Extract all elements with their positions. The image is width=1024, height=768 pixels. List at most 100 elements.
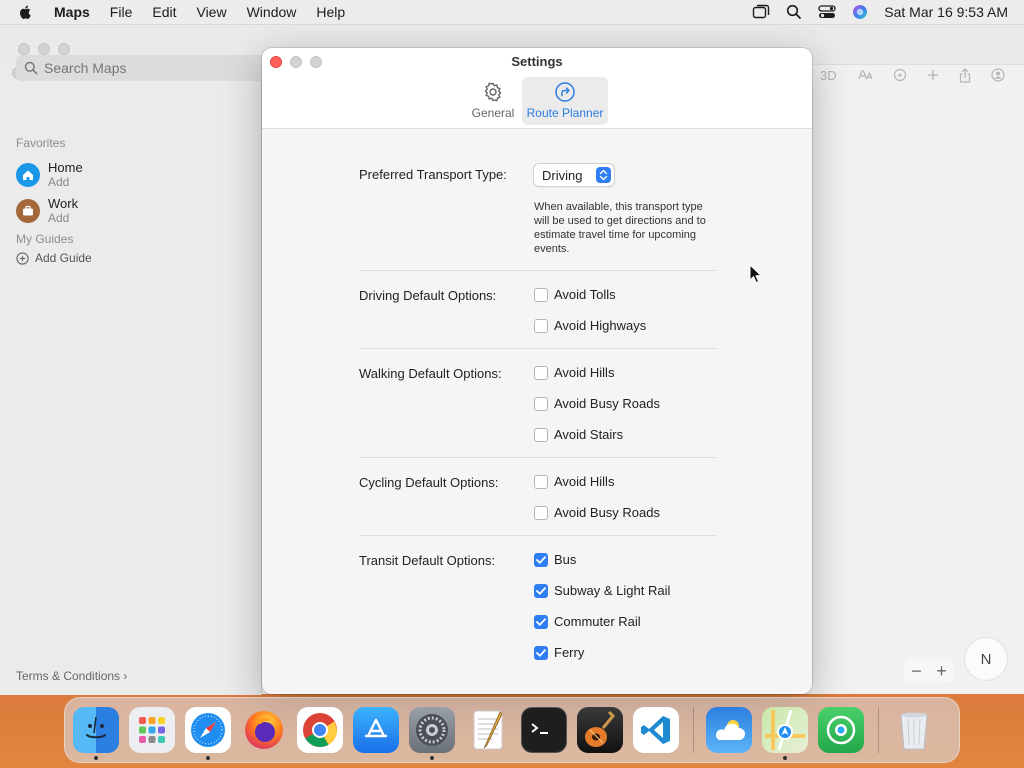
- zoom-out-button[interactable]: −: [911, 661, 922, 682]
- menu-help[interactable]: Help: [316, 4, 345, 20]
- search-maps-input[interactable]: Search Maps: [16, 55, 276, 81]
- map-3d-button[interactable]: 3D: [820, 68, 837, 83]
- chrome-icon[interactable]: [297, 707, 343, 753]
- checkbox-subway-light-rail[interactable]: Subway & Light Rail: [534, 583, 670, 598]
- control-center-icon[interactable]: [818, 4, 836, 20]
- divider: [359, 270, 716, 271]
- menu-app-name[interactable]: Maps: [54, 4, 90, 20]
- checkbox-label: Bus: [554, 552, 577, 567]
- weather-icon[interactable]: [706, 707, 752, 753]
- walking-options-label: Walking Default Options:: [359, 366, 502, 381]
- settings-window: Settings General Route Planner Preferred…: [262, 48, 812, 694]
- map-account-icon[interactable]: [991, 68, 1005, 82]
- checkbox-label: Commuter Rail: [554, 614, 641, 629]
- system-settings-icon[interactable]: [409, 707, 455, 760]
- zoom-in-button[interactable]: +: [936, 661, 947, 682]
- map-look-around-icon[interactable]: [857, 68, 873, 82]
- checkmark-icon[interactable]: [534, 614, 548, 629]
- bg-minimize-button[interactable]: [38, 43, 50, 55]
- checkbox-label: Subway & Light Rail: [554, 583, 671, 598]
- checkmark-icon[interactable]: [534, 645, 548, 660]
- maps-icon[interactable]: [762, 707, 808, 760]
- popup-arrows-icon: [596, 167, 611, 183]
- running-indicator: [94, 756, 98, 760]
- checkbox-avoid-tolls[interactable]: Avoid Tolls: [534, 287, 616, 302]
- checkbox-box[interactable]: [534, 505, 548, 520]
- terms-label: Terms & Conditions: [16, 669, 121, 683]
- briefcase-icon: [16, 198, 40, 223]
- checkbox-commuter-rail[interactable]: Commuter Rail: [534, 614, 641, 629]
- textedit-icon[interactable]: [465, 707, 511, 753]
- checkmark-icon[interactable]: [534, 583, 548, 598]
- checkbox-box[interactable]: [534, 287, 548, 302]
- checkbox-walking-avoid-busy-roads[interactable]: Avoid Busy Roads: [534, 396, 660, 411]
- tab-route-planner[interactable]: Route Planner: [522, 77, 608, 125]
- safari-icon[interactable]: [185, 707, 231, 760]
- checkbox-avoid-stairs[interactable]: Avoid Stairs: [534, 427, 623, 442]
- spotlight-search-icon[interactable]: [786, 4, 802, 20]
- menu-bar: Maps File Edit View Window Help Sat Mar …: [0, 0, 1024, 24]
- checkbox-box[interactable]: [534, 396, 548, 411]
- divider: [359, 535, 716, 536]
- checkbox-box[interactable]: [534, 318, 548, 333]
- siri-icon[interactable]: [852, 4, 868, 20]
- add-guide-button[interactable]: Add Guide: [16, 251, 92, 265]
- background-window-controls: [18, 43, 70, 55]
- favorite-work-title: Work: [48, 196, 79, 211]
- menu-bar-clock[interactable]: Sat Mar 16 9:53 AM: [884, 4, 1008, 20]
- favorite-work-subtitle: Add: [48, 211, 70, 225]
- map-toolbar: 3D: [818, 63, 1024, 87]
- garageband-icon[interactable]: [577, 707, 623, 753]
- checkbox-cycling-avoid-hills[interactable]: Avoid Hills: [534, 474, 614, 489]
- terms-and-conditions-link[interactable]: Terms & Conditions ›: [16, 669, 127, 683]
- bg-zoom-button[interactable]: [58, 43, 70, 55]
- apple-icon[interactable]: [16, 4, 36, 20]
- checkbox-box[interactable]: [534, 365, 548, 380]
- checkbox-ferry[interactable]: Ferry: [534, 645, 584, 660]
- settings-title: Settings: [511, 54, 563, 69]
- map-share-icon[interactable]: [959, 67, 971, 83]
- running-indicator: [783, 756, 787, 760]
- add-guide-label: Add Guide: [35, 251, 92, 265]
- menu-edit[interactable]: Edit: [152, 4, 176, 20]
- driving-options-label: Driving Default Options:: [359, 288, 497, 303]
- dock: [64, 697, 960, 763]
- checkbox-bus[interactable]: Bus: [534, 552, 576, 567]
- firefox-icon[interactable]: [241, 707, 287, 753]
- menu-view[interactable]: View: [196, 4, 226, 20]
- favorite-work[interactable]: Work Add: [16, 196, 78, 225]
- menu-window[interactable]: Window: [247, 4, 297, 20]
- map-tracking-icon[interactable]: [893, 68, 907, 82]
- search-icon: [24, 61, 38, 75]
- divider: [359, 348, 716, 349]
- checkbox-walking-avoid-hills[interactable]: Avoid Hills: [534, 365, 614, 380]
- checkbox-cycling-avoid-busy-roads[interactable]: Avoid Busy Roads: [534, 505, 660, 520]
- home-icon: [16, 162, 40, 187]
- favorites-heading: Favorites: [16, 136, 66, 150]
- launchpad-icon[interactable]: [129, 707, 175, 753]
- compass-label: N: [980, 650, 992, 668]
- vscode-icon[interactable]: [633, 707, 679, 753]
- compass-icon[interactable]: N: [964, 637, 1008, 681]
- checkbox-box[interactable]: [534, 427, 548, 442]
- transport-type-select[interactable]: Driving: [534, 164, 614, 186]
- menu-file[interactable]: File: [110, 4, 133, 20]
- finder-icon[interactable]: [73, 707, 119, 760]
- window-switcher-icon[interactable]: [752, 4, 770, 20]
- checkbox-avoid-highways[interactable]: Avoid Highways: [534, 318, 646, 333]
- checkbox-label: Avoid Busy Roads: [554, 505, 660, 520]
- tab-general[interactable]: General: [468, 77, 518, 125]
- checkmark-icon[interactable]: [534, 552, 548, 567]
- find-my-icon[interactable]: [818, 707, 864, 753]
- app-store-icon[interactable]: [353, 707, 399, 753]
- favorite-home[interactable]: Home Add: [16, 160, 83, 189]
- bg-close-button[interactable]: [18, 43, 30, 55]
- trash-icon[interactable]: [891, 707, 937, 753]
- transport-type-help: When available, this transport type will…: [534, 201, 706, 255]
- settings-toolbar: Settings General Route Planner: [262, 48, 812, 129]
- favorite-home-title: Home: [48, 160, 83, 175]
- favorite-home-subtitle: Add: [48, 175, 70, 189]
- checkbox-box[interactable]: [534, 474, 548, 489]
- map-add-icon[interactable]: [927, 69, 939, 81]
- terminal-icon[interactable]: [521, 707, 567, 753]
